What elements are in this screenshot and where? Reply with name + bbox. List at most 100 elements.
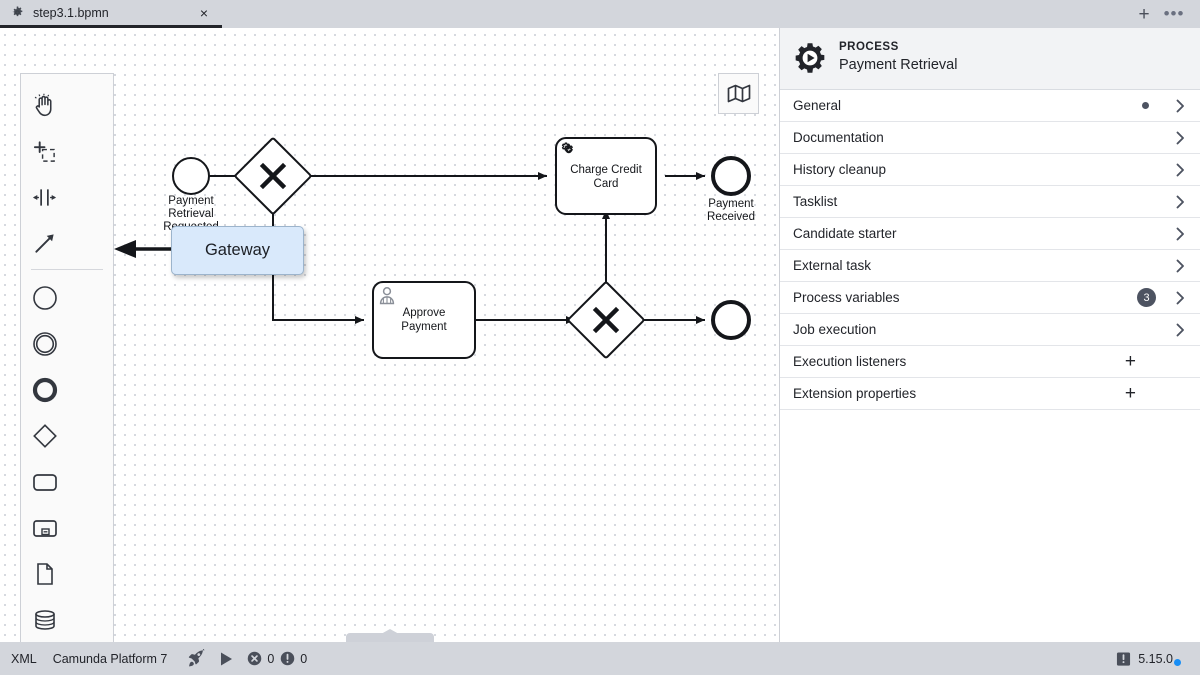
end-event-2[interactable] xyxy=(711,300,751,340)
gateway-callout-label: Gateway xyxy=(204,241,271,259)
bottom-drawer-handle[interactable] xyxy=(345,633,434,642)
palette-end-event[interactable] xyxy=(21,367,68,413)
svg-text:Retrieval: Retrieval xyxy=(168,208,213,220)
palette-lasso-tool[interactable] xyxy=(21,128,68,174)
hand-icon xyxy=(34,93,52,116)
element-name-label: Payment Retrieval xyxy=(839,56,958,73)
exclusive-gateway-1[interactable] xyxy=(234,137,312,215)
status-bar: XML Camunda Platform 7 0 0 5.15.0 xyxy=(0,642,1200,675)
property-group-tasklist[interactable]: Tasklist xyxy=(780,186,1200,218)
property-group-execution-listeners[interactable]: Execution listeners + xyxy=(780,346,1200,378)
svg-text:Approve: Approve xyxy=(403,307,446,319)
gateway-diamond-icon xyxy=(32,424,57,448)
chevron-right-icon xyxy=(1174,131,1186,145)
tab-bar: step3.1.bpmn × + ••• xyxy=(0,0,1200,28)
tab-bar-actions: + ••• xyxy=(1130,0,1200,28)
property-group-label: Documentation xyxy=(793,130,884,145)
exclusive-gateway-2[interactable] xyxy=(567,281,645,359)
update-available-dot xyxy=(1174,659,1181,666)
tab-bar-more-button[interactable]: ••• xyxy=(1160,1,1188,27)
palette-subprocess-expanded[interactable] xyxy=(21,505,68,551)
status-xml-button[interactable]: XML xyxy=(11,652,53,666)
palette-connect-tool[interactable] xyxy=(21,220,68,266)
close-icon[interactable]: × xyxy=(196,5,212,21)
task-icon xyxy=(32,474,57,491)
gateway-callout[interactable]: Gateway xyxy=(171,226,304,275)
properties-header-text: PROCESS Payment Retrieval xyxy=(839,40,957,75)
svg-text:Charge Credit: Charge Credit xyxy=(570,164,642,176)
rocket-icon xyxy=(188,649,205,667)
process-variables-count-badge: 3 xyxy=(1137,288,1156,307)
user-task-approve-payment[interactable]: Approve Payment xyxy=(372,281,476,359)
property-group-process-variables[interactable]: Process variables 3 xyxy=(780,282,1200,314)
property-group-extension-properties[interactable]: Extension properties + xyxy=(780,378,1200,410)
general-status-dot xyxy=(1142,102,1149,109)
data-store-icon xyxy=(34,610,55,630)
property-group-label: Job execution xyxy=(793,322,877,337)
minimap-toggle-button[interactable] xyxy=(718,73,759,114)
data-object-icon xyxy=(36,563,53,585)
bpmn-modeler-window: step3.1.bpmn × + ••• Payment Retrieval C… xyxy=(0,0,1200,675)
end-event-icon xyxy=(32,377,57,403)
palette-task[interactable] xyxy=(21,459,68,505)
new-tab-button[interactable]: + xyxy=(1130,1,1158,27)
palette-start-event[interactable] xyxy=(21,275,68,321)
property-group-label: Tasklist xyxy=(793,194,838,209)
version-label: 5.15.0 xyxy=(1138,651,1173,666)
bpmn-gear-icon xyxy=(12,6,23,17)
palette-data-object[interactable] xyxy=(21,551,68,597)
property-group-label: External task xyxy=(793,258,872,273)
end-event-payment-received[interactable]: Payment Received xyxy=(707,156,755,223)
add-extension-property-button[interactable]: + xyxy=(1125,384,1136,403)
status-engine-label: Camunda Platform 7 xyxy=(52,651,168,666)
chevron-right-icon xyxy=(1174,323,1186,337)
property-group-job-execution[interactable]: Job execution xyxy=(780,314,1200,346)
palette-gateway[interactable] xyxy=(21,413,68,459)
properties-group-list: General Documentation History cleanup Ta… xyxy=(780,90,1200,410)
service-task-charge-credit-card[interactable]: Charge Credit Card xyxy=(555,137,657,215)
element-type-label: PROCESS xyxy=(839,41,899,54)
play-icon xyxy=(220,652,232,665)
tab-bar-spacer xyxy=(222,0,1130,28)
properties-panel-header: PROCESS Payment Retrieval xyxy=(780,28,1200,90)
property-group-external-task[interactable]: External task xyxy=(780,250,1200,282)
warning-circle-icon xyxy=(281,651,295,666)
warning-count-indicator[interactable]: 0 xyxy=(280,651,307,666)
tab-step3-1-bpmn[interactable]: step3.1.bpmn × xyxy=(0,0,222,28)
more-dots-icon: ••• xyxy=(1163,3,1185,23)
element-palette: ••• xyxy=(20,73,114,642)
palette-intermediate-event[interactable] xyxy=(21,321,68,367)
property-group-history-cleanup[interactable]: History cleanup xyxy=(780,154,1200,186)
palette-hand-tool[interactable] xyxy=(21,82,68,128)
space-icon xyxy=(32,188,57,206)
svg-text:Card: Card xyxy=(594,178,619,190)
error-count-indicator[interactable]: 0 xyxy=(247,651,274,666)
workspace: Payment Retrieval Requested xyxy=(0,28,1200,642)
add-execution-listener-button[interactable]: + xyxy=(1125,352,1136,371)
version-indicator[interactable]: 5.15.0 xyxy=(1138,651,1189,666)
status-engine-selector[interactable]: Camunda Platform 7 xyxy=(53,652,182,666)
svg-text:Payment: Payment xyxy=(708,198,754,210)
property-group-general[interactable]: General xyxy=(780,90,1200,122)
deploy-button[interactable] xyxy=(181,642,211,675)
chevron-right-icon xyxy=(1174,291,1186,305)
palette-data-store[interactable] xyxy=(21,597,68,642)
property-group-label: Process variables xyxy=(793,290,900,305)
property-group-label: Extension properties xyxy=(793,386,917,401)
property-group-candidate-starter[interactable]: Candidate starter xyxy=(780,218,1200,250)
property-group-label: Candidate starter xyxy=(793,226,897,241)
property-group-label: History cleanup xyxy=(793,162,887,177)
palette-space-tool[interactable] xyxy=(21,174,68,220)
lasso-icon xyxy=(33,140,55,162)
subprocess-expanded-icon xyxy=(32,520,57,537)
notification-icon xyxy=(1116,651,1130,666)
status-xml-label: XML xyxy=(11,651,37,666)
bpmn-diagram: Payment Retrieval Requested xyxy=(163,137,755,359)
start-event-payment-retrieval-requested[interactable]: Payment Retrieval Requested xyxy=(163,157,219,233)
run-button[interactable] xyxy=(211,642,241,675)
properties-panel: PROCESS Payment Retrieval General Docume… xyxy=(780,28,1200,642)
bpmn-canvas[interactable]: Payment Retrieval Requested xyxy=(0,28,780,642)
process-gear-play-icon xyxy=(795,43,825,73)
property-group-documentation[interactable]: Documentation xyxy=(780,122,1200,154)
notifications-button[interactable] xyxy=(1108,642,1138,675)
